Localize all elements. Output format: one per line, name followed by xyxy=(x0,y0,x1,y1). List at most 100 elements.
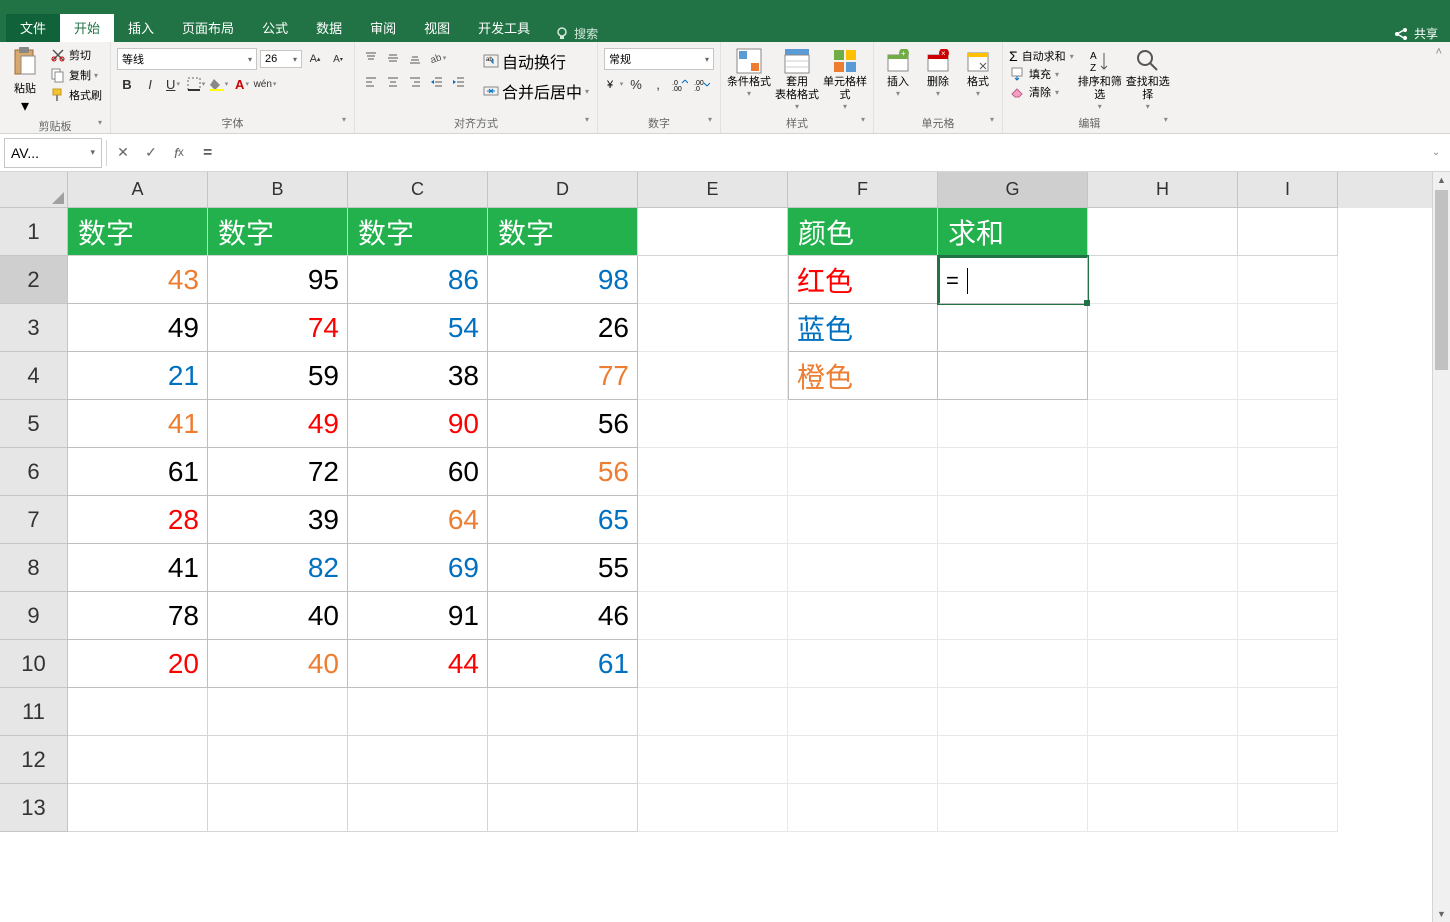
cell[interactable] xyxy=(1238,496,1338,544)
cell[interactable]: 39 xyxy=(208,496,348,544)
cell[interactable] xyxy=(638,688,788,736)
conditional-format-button[interactable]: 条件格式▾ xyxy=(727,44,771,98)
cell[interactable]: 86 xyxy=(348,256,488,304)
cell[interactable] xyxy=(1088,352,1238,400)
decrease-indent-button[interactable] xyxy=(427,72,447,92)
cell[interactable]: 26 xyxy=(488,304,638,352)
cell[interactable] xyxy=(638,736,788,784)
cut-button[interactable]: 剪切 xyxy=(48,46,104,64)
formula-input[interactable]: = xyxy=(195,139,1422,167)
accounting-format-button[interactable]: ¥ xyxy=(604,74,624,94)
cell[interactable] xyxy=(788,448,938,496)
cell[interactable] xyxy=(938,448,1088,496)
cell[interactable] xyxy=(1088,304,1238,352)
cell[interactable] xyxy=(348,784,488,832)
cell[interactable] xyxy=(1088,640,1238,688)
cell[interactable] xyxy=(638,448,788,496)
cell[interactable] xyxy=(1238,256,1338,304)
tab-review[interactable]: 审阅 xyxy=(356,13,410,42)
cell[interactable] xyxy=(68,784,208,832)
cell[interactable] xyxy=(68,736,208,784)
cell[interactable]: 颜色 xyxy=(788,208,938,256)
cell[interactable]: 55 xyxy=(488,544,638,592)
cell[interactable]: 40 xyxy=(208,640,348,688)
bold-button[interactable]: B xyxy=(117,74,137,94)
cell[interactable] xyxy=(938,688,1088,736)
number-format-combo[interactable]: 常规▾ xyxy=(604,48,714,70)
cell[interactable] xyxy=(938,784,1088,832)
paste-button[interactable]: 粘贴 ▾ xyxy=(6,44,44,116)
cell[interactable]: 红色 xyxy=(788,256,938,304)
cell[interactable]: 59 xyxy=(208,352,348,400)
cell[interactable]: 46 xyxy=(488,592,638,640)
row-header[interactable]: 4 xyxy=(0,352,68,400)
cell[interactable] xyxy=(488,784,638,832)
expand-formula-bar-button[interactable]: ⌄ xyxy=(1426,147,1446,158)
tab-dev[interactable]: 开发工具 xyxy=(464,13,544,42)
cell[interactable]: 61 xyxy=(488,640,638,688)
column-header[interactable]: F xyxy=(788,172,938,208)
column-header[interactable]: C xyxy=(348,172,488,208)
cell[interactable]: 20 xyxy=(68,640,208,688)
cell[interactable] xyxy=(1238,688,1338,736)
tab-data[interactable]: 数据 xyxy=(302,13,356,42)
row-header[interactable]: 1 xyxy=(0,208,68,256)
column-header[interactable]: H xyxy=(1088,172,1238,208)
cell[interactable] xyxy=(1238,736,1338,784)
autosum-button[interactable]: Σ自动求和 ▾ xyxy=(1009,48,1074,64)
percent-button[interactable]: % xyxy=(626,74,646,94)
cell[interactable] xyxy=(638,304,788,352)
cell[interactable]: 21 xyxy=(68,352,208,400)
row-header[interactable]: 3 xyxy=(0,304,68,352)
cancel-formula-button[interactable]: ✕ xyxy=(111,139,135,167)
cell[interactable] xyxy=(348,736,488,784)
font-size-combo[interactable]: 26▾ xyxy=(260,50,302,68)
cell[interactable] xyxy=(638,784,788,832)
border-button[interactable] xyxy=(186,74,206,94)
cell[interactable]: 60 xyxy=(348,448,488,496)
cell[interactable]: 98 xyxy=(488,256,638,304)
underline-button[interactable]: U xyxy=(163,74,183,94)
cell[interactable]: 56 xyxy=(488,448,638,496)
cell[interactable] xyxy=(638,496,788,544)
decrease-decimal-button[interactable]: .00.0 xyxy=(692,74,712,94)
align-middle-button[interactable] xyxy=(383,48,403,68)
insert-cells-button[interactable]: +插入▾ xyxy=(880,44,916,98)
copy-button[interactable]: 复制 ▾ xyxy=(48,66,104,84)
align-right-button[interactable] xyxy=(405,72,425,92)
cell[interactable] xyxy=(788,496,938,544)
tab-formula[interactable]: 公式 xyxy=(248,13,302,42)
cell[interactable]: 43 xyxy=(68,256,208,304)
font-color-button[interactable]: A xyxy=(232,74,252,94)
row-header[interactable]: 7 xyxy=(0,496,68,544)
align-bottom-button[interactable] xyxy=(405,48,425,68)
font-name-combo[interactable]: 等线▾ xyxy=(117,48,257,70)
cell[interactable] xyxy=(1238,448,1338,496)
cell[interactable] xyxy=(208,688,348,736)
cell[interactable]: 72 xyxy=(208,448,348,496)
insert-function-button[interactable]: fx xyxy=(167,139,191,167)
active-cell-editing[interactable]: = xyxy=(938,256,1088,304)
cell[interactable] xyxy=(208,736,348,784)
orientation-button[interactable]: ab xyxy=(427,48,447,68)
merge-center-button[interactable]: 合并后居中 ▾ xyxy=(481,78,591,104)
cell[interactable] xyxy=(1088,592,1238,640)
increase-decimal-button[interactable]: .0.00 xyxy=(670,74,690,94)
tell-me-search[interactable]: 搜索 xyxy=(544,25,608,42)
cell[interactable] xyxy=(348,688,488,736)
cell[interactable] xyxy=(788,736,938,784)
row-header[interactable]: 2 xyxy=(0,256,68,304)
cell[interactable] xyxy=(1088,400,1238,448)
cell[interactable] xyxy=(1088,784,1238,832)
collapse-ribbon-button[interactable]: ˄ xyxy=(1428,42,1450,133)
cell[interactable] xyxy=(638,592,788,640)
cell[interactable]: 数字 xyxy=(488,208,638,256)
cell[interactable] xyxy=(938,736,1088,784)
cell[interactable]: 74 xyxy=(208,304,348,352)
cell[interactable]: 橙色 xyxy=(788,352,938,400)
cell[interactable] xyxy=(1238,352,1338,400)
cell[interactable]: 77 xyxy=(488,352,638,400)
cell[interactable] xyxy=(1238,784,1338,832)
row-header[interactable]: 8 xyxy=(0,544,68,592)
cell[interactable]: 蓝色 xyxy=(788,304,938,352)
